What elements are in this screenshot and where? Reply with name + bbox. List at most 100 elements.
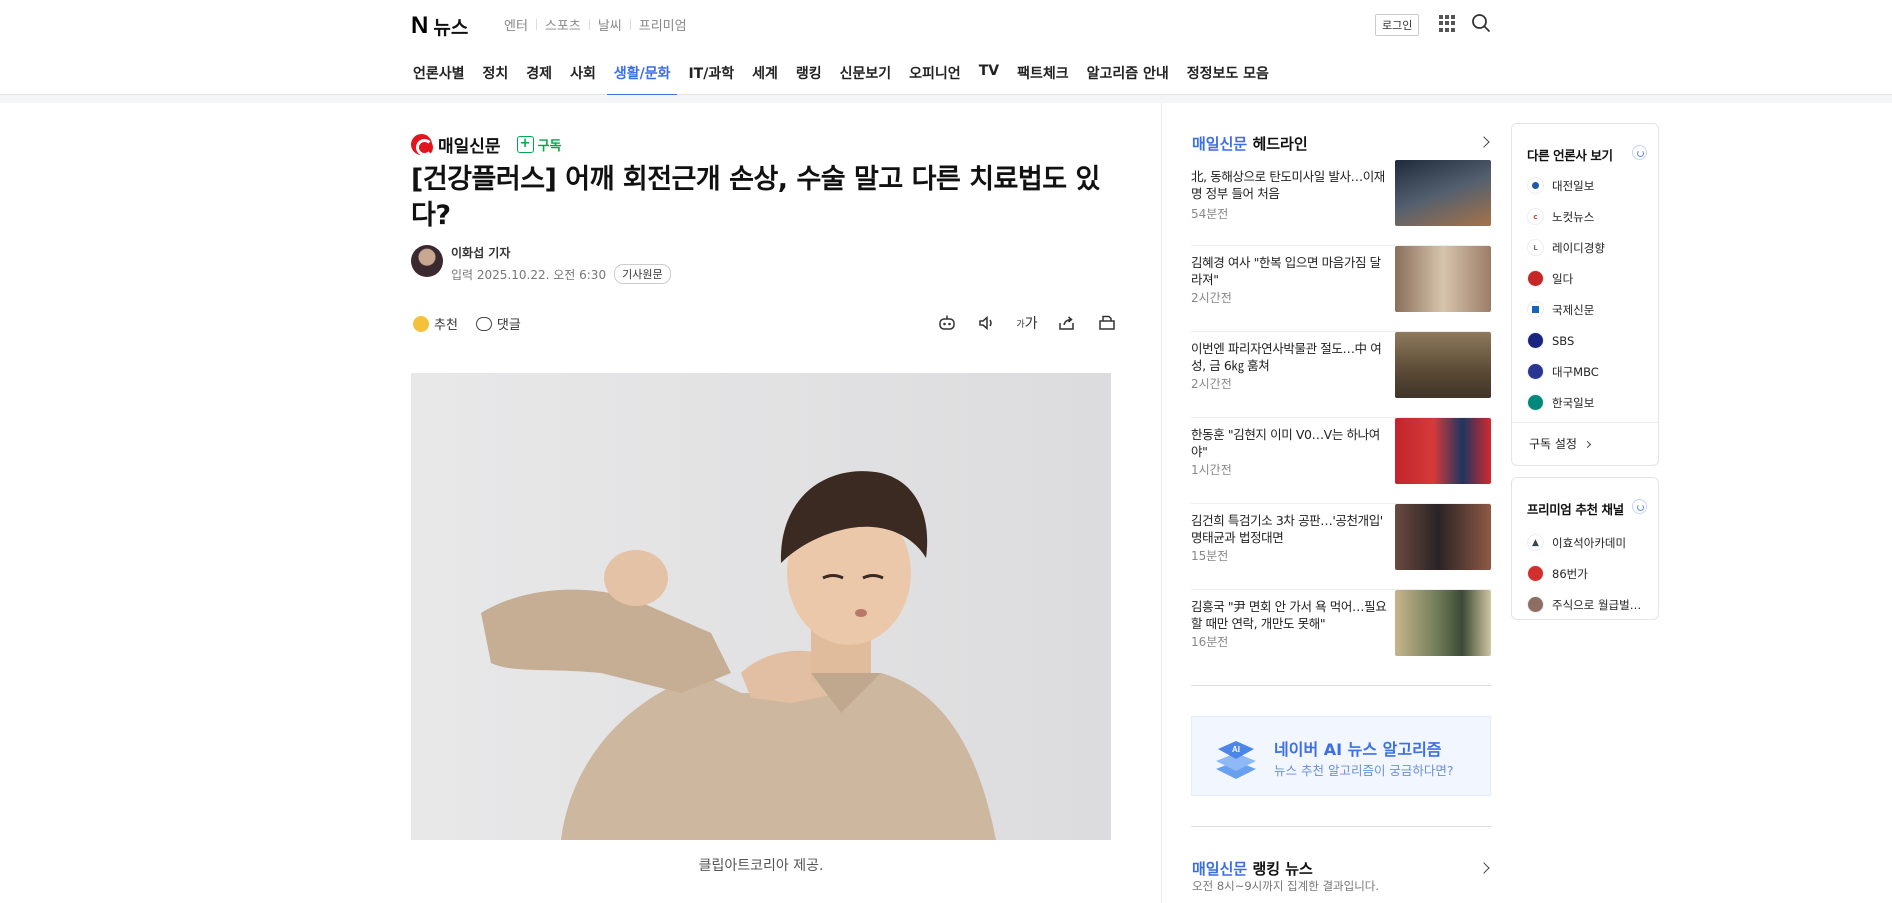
speaker-icon[interactable] bbox=[975, 312, 999, 334]
premium-channel-name: 주식으로 월급벌… bbox=[1552, 597, 1642, 612]
share-icon[interactable] bbox=[1055, 312, 1079, 334]
other-press-panel: 다른 언론사 보기 대전일보 c 노컷뉴스 L 레이디경향 일다 국제신문 SBS … bbox=[1511, 123, 1659, 466]
other-press-list: 대전일보 c 노컷뉴스 L 레이디경향 일다 국제신문 SBS 대구MBC 한국일보 bbox=[1527, 170, 1605, 418]
headline-item[interactable]: 김흥국 "尹 면회 안 가서 욕 먹어…필요할 때만 연락, 개만도 못해" 1… bbox=[1191, 590, 1491, 676]
premium-channel-item[interactable]: 주식으로 월급벌… bbox=[1527, 589, 1641, 620]
press-item[interactable]: SBS bbox=[1527, 325, 1605, 356]
press-item[interactable]: 국제신문 bbox=[1527, 294, 1605, 325]
headline-list: 北, 동해상으로 탄도미사일 발사…이재명 정부 들어 처음 54분전 김혜경 … bbox=[1191, 160, 1491, 676]
headline-section-title[interactable]: 매일신문 헤드라인 bbox=[1192, 133, 1308, 154]
nav-tab-society[interactable]: 사회 bbox=[561, 48, 605, 95]
headline-text: 김흥국 "尹 면회 안 가서 욕 먹어…필요할 때만 연락, 개만도 못해" bbox=[1191, 599, 1387, 631]
ranking-label: 랭킹 뉴스 bbox=[1252, 860, 1313, 878]
service-link-sports[interactable]: 스포츠 bbox=[537, 15, 589, 34]
like-button[interactable]: 추천 bbox=[413, 314, 458, 333]
press-item[interactable]: 일다 bbox=[1527, 263, 1605, 294]
nav-tab-algorithm[interactable]: 알고리즘 안내 bbox=[1078, 48, 1178, 95]
headline-item[interactable]: 김건희 특검기소 3차 공판…'공천개입' 명태균과 법정대면 15분전 bbox=[1191, 504, 1491, 590]
premium-channel-item[interactable]: 86번가 bbox=[1527, 558, 1641, 589]
headline-thumbnail bbox=[1395, 160, 1491, 226]
refresh-icon[interactable] bbox=[1632, 499, 1647, 514]
speech-bubble-icon bbox=[475, 316, 492, 331]
premium-channel-list: ▲ 이효석아카데미 86번가 주식으로 월급벌… bbox=[1527, 527, 1641, 620]
press-item[interactable]: 대구MBC bbox=[1527, 356, 1605, 387]
ranking-subtitle: 오전 8시~9시까지 집계한 결과입니다. bbox=[1192, 879, 1380, 893]
nav-tab-corrections[interactable]: 정정보도 모음 bbox=[1178, 48, 1278, 95]
subscription-settings-label: 구독 설정 bbox=[1529, 437, 1577, 451]
ai-banner-title: 네이버 AI 뉴스 알고리즘 bbox=[1274, 740, 1442, 759]
channel-avatar-icon bbox=[1527, 596, 1544, 613]
press-logo-icon: c bbox=[1527, 208, 1544, 225]
ai-cube-label: AI bbox=[1232, 745, 1240, 754]
nav-tab-newspaper[interactable]: 신문보기 bbox=[831, 48, 901, 95]
refresh-icon[interactable] bbox=[1632, 145, 1647, 160]
premium-channel-name: 86번가 bbox=[1552, 566, 1588, 581]
print-icon[interactable] bbox=[1095, 312, 1119, 334]
nav-tab-world[interactable]: 세계 bbox=[743, 48, 787, 95]
chevron-right-icon[interactable] bbox=[1478, 862, 1490, 874]
ai-algorithm-banner[interactable]: AI 네이버 AI 뉴스 알고리즘 뉴스 추천 알고리즘이 궁금하다면? bbox=[1191, 716, 1491, 796]
subscription-settings-link[interactable]: 구독 설정 bbox=[1512, 422, 1658, 452]
press-item-name: SBS bbox=[1552, 333, 1575, 348]
apps-grid-icon[interactable] bbox=[1439, 15, 1456, 32]
article-photo bbox=[411, 373, 1111, 840]
channel-logo-icon bbox=[1527, 565, 1544, 582]
photo-caption: 클립아트코리아 제공. bbox=[698, 858, 824, 874]
ranking-section-title[interactable]: 매일신문 랭킹 뉴스 bbox=[1192, 858, 1313, 879]
nav-tab-ranking[interactable]: 랭킹 bbox=[787, 48, 831, 95]
nav-tab-tv[interactable]: TV bbox=[970, 48, 1008, 95]
column-divider bbox=[1161, 103, 1162, 903]
chevron-right-icon[interactable] bbox=[1478, 136, 1490, 148]
press-item[interactable]: L 레이디경향 bbox=[1527, 232, 1605, 263]
headline-text: 김건희 특검기소 3차 공판…'공천개입' 명태균과 법정대면 bbox=[1191, 513, 1383, 545]
font-size-label: 가 bbox=[1024, 316, 1038, 332]
summary-bot-icon[interactable] bbox=[935, 312, 959, 334]
headline-time: 15분전 bbox=[1191, 549, 1229, 563]
headline-thumbnail bbox=[1395, 418, 1491, 484]
headline-item[interactable]: 北, 동해상으로 탄도미사일 발사…이재명 정부 들어 처음 54분전 bbox=[1191, 160, 1491, 246]
section-divider bbox=[1191, 826, 1491, 827]
headline-item[interactable]: 김혜경 여사 "한복 입으면 마음가짐 달라져" 2시간전 bbox=[1191, 246, 1491, 332]
press-item[interactable]: 한국일보 bbox=[1527, 387, 1605, 418]
section-divider bbox=[1191, 685, 1491, 686]
press-logo-icon bbox=[1527, 270, 1544, 287]
nav-tab-opinion[interactable]: 오피니언 bbox=[900, 48, 970, 95]
headline-time: 2시간전 bbox=[1191, 377, 1232, 391]
press-logo-icon: L bbox=[1527, 239, 1544, 256]
press-name[interactable]: 매일신문 bbox=[438, 132, 501, 157]
service-link-weather[interactable]: 날씨 bbox=[590, 15, 630, 34]
nav-tab-it-science[interactable]: IT/과학 bbox=[679, 48, 743, 95]
original-article-button[interactable]: 기사원문 bbox=[614, 264, 671, 284]
nav-tab-politics[interactable]: 정치 bbox=[474, 48, 518, 95]
login-button[interactable]: 로그인 bbox=[1375, 14, 1420, 36]
ai-banner-subtitle: 뉴스 추천 알고리즘이 궁금하다면? bbox=[1274, 763, 1454, 778]
press-item-name: 노컷뉴스 bbox=[1552, 209, 1595, 224]
naver-news-logo[interactable]: N 뉴스 bbox=[411, 12, 468, 40]
headline-item[interactable]: 이번엔 파리자연사박물관 절도…中 여성, 금 6㎏ 훔쳐 2시간전 bbox=[1191, 332, 1491, 418]
service-links: 엔터 스포츠 날씨 프리미엄 bbox=[496, 15, 695, 34]
top-header: N 뉴스 엔터 스포츠 날씨 프리미엄 로그인 bbox=[0, 0, 1892, 48]
nav-tab-press[interactable]: 언론사별 bbox=[404, 48, 474, 95]
nav-tab-life-culture[interactable]: 생활/문화 bbox=[605, 48, 680, 96]
nav-tab-factcheck[interactable]: 팩트체크 bbox=[1008, 48, 1078, 95]
press-item[interactable]: 대전일보 bbox=[1527, 170, 1605, 201]
comment-button[interactable]: 댓글 bbox=[475, 314, 521, 333]
press-logo-icon bbox=[1527, 363, 1544, 380]
header-divider-band bbox=[0, 95, 1892, 103]
premium-channel-item[interactable]: ▲ 이효석아카데미 bbox=[1527, 527, 1641, 558]
subscribe-button[interactable]: + 구독 bbox=[516, 135, 561, 154]
smile-face-icon bbox=[413, 315, 429, 332]
headline-item[interactable]: 한동훈 "김현지 이미 V0…V는 하나여야" 1시간전 bbox=[1191, 418, 1491, 504]
nav-tab-economy[interactable]: 경제 bbox=[517, 48, 561, 95]
maeil-press-logo-icon[interactable] bbox=[411, 134, 433, 156]
service-link-enter[interactable]: 엔터 bbox=[496, 15, 536, 34]
reporter-avatar[interactable] bbox=[411, 245, 443, 277]
reporter-name[interactable]: 이화섭 기자 bbox=[451, 244, 510, 261]
chevron-right-icon bbox=[1583, 440, 1591, 449]
headline-text: 이번엔 파리자연사박물관 절도…中 여성, 금 6㎏ 훔쳐 bbox=[1191, 341, 1382, 373]
press-item[interactable]: c 노컷뉴스 bbox=[1527, 201, 1605, 232]
search-icon[interactable] bbox=[1471, 13, 1491, 33]
font-size-icon[interactable]: 가가 bbox=[1015, 312, 1039, 334]
headline-time: 2시간전 bbox=[1191, 291, 1232, 305]
service-link-premium[interactable]: 프리미엄 bbox=[631, 15, 695, 34]
